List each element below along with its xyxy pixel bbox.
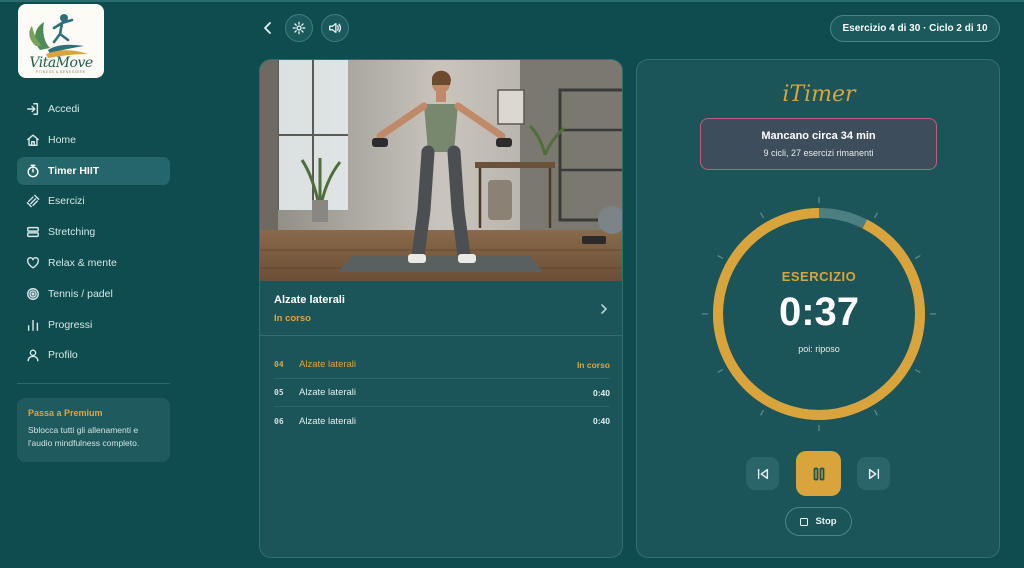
logo-text: VitaMove xyxy=(29,55,93,71)
sidebar-item-relax[interactable]: Relax & mente xyxy=(17,249,170,277)
sidebar-item-label: Progressi xyxy=(48,318,93,331)
timer-next-phase: poi: riposo xyxy=(798,344,840,354)
stop-label: Stop xyxy=(815,516,837,527)
premium-title: Passa a Premium xyxy=(28,408,103,418)
gear-icon xyxy=(292,21,306,35)
ring-tick xyxy=(759,409,765,416)
timer-clock: 0:37 xyxy=(778,290,860,334)
timer-phase: ESERCIZIO xyxy=(781,269,857,284)
sidebar-item-label: Tennis / padel xyxy=(48,287,113,300)
queue-row-time: 0:40 xyxy=(592,416,610,426)
sidebar-item-label: Home xyxy=(48,133,77,146)
exercise-header[interactable]: Alzate laterali In corso xyxy=(260,281,622,336)
heart-icon xyxy=(25,255,41,271)
next-button[interactable] xyxy=(857,457,890,490)
pause-button[interactable] xyxy=(796,451,841,496)
back-button[interactable] xyxy=(260,18,276,38)
queue-row[interactable]: 05 Alzate laterali 0:40 xyxy=(274,379,610,407)
remaining-title: Mancano circa 34 min xyxy=(761,130,876,142)
exercise-photo xyxy=(260,60,622,281)
stop-button[interactable]: Stop xyxy=(785,507,852,536)
login-icon xyxy=(25,101,41,117)
sidebar-item-home[interactable]: Home xyxy=(17,126,170,154)
ring-tick xyxy=(759,212,765,219)
sidebar-item-accedi[interactable]: Accedi xyxy=(17,95,170,123)
remaining-subtitle: 9 cicli, 27 esercizi rimanenti xyxy=(763,148,874,158)
queue-row-number: 06 xyxy=(274,416,284,426)
sidebar-item-esercizi[interactable]: Esercizi xyxy=(17,187,170,215)
queue-row-time: 0:40 xyxy=(592,387,610,398)
sidebar-item-profilo[interactable]: Profilo xyxy=(17,341,170,369)
app-logo[interactable]: VitaMove FITNESS & BENESSERE xyxy=(18,4,104,78)
chevron-right-icon[interactable] xyxy=(599,302,609,314)
skip-forward-icon xyxy=(868,468,879,479)
sidebar-item-label: Stretching xyxy=(48,226,96,239)
settings-button[interactable] xyxy=(285,14,313,42)
home-icon xyxy=(25,132,41,148)
sidebar-nav: Accedi Home Timer HIIT Esercizi Stretchi… xyxy=(17,95,170,372)
ring-tick xyxy=(873,409,879,416)
sidebar-item-tennis-padel[interactable]: Tennis / padel xyxy=(17,280,170,308)
queue-row-name: Alzate laterali xyxy=(299,415,357,427)
sound-button[interactable] xyxy=(321,14,349,42)
target-icon xyxy=(25,286,41,302)
exercise-queue: 04 Alzate laterali In corso 05 Alzate la… xyxy=(260,351,622,435)
sidebar-item-stretching[interactable]: Stretching xyxy=(17,218,170,246)
sidebar-item-timer-hiit[interactable]: Timer HIIT xyxy=(17,156,170,185)
stopwatch-icon xyxy=(25,163,41,179)
sidebar-item-label: Timer HIIT xyxy=(48,164,100,177)
ring-tick xyxy=(717,254,724,260)
timer-card: iTimer Mancano circa 34 min 9 cicli, 27 … xyxy=(636,59,1000,558)
sidebar-item-label: Relax & mente xyxy=(48,256,117,269)
remaining-time-box: Mancano circa 34 min 9 cicli, 27 eserciz… xyxy=(700,118,937,170)
queue-row-name: Alzate laterali xyxy=(299,387,357,398)
sidebar-divider xyxy=(17,383,170,384)
queue-row-number: 04 xyxy=(274,360,284,369)
ring-tick xyxy=(717,368,724,374)
exercise-name: Alzate laterali xyxy=(274,294,345,306)
ring-tick xyxy=(873,212,879,219)
sidebar-item-label: Accedi xyxy=(48,103,80,115)
ring-tick xyxy=(914,254,921,260)
queue-row-number: 05 xyxy=(274,388,284,397)
queue-row[interactable]: 04 Alzate laterali In corso xyxy=(274,351,610,379)
premium-text: Sblocca tutti gli allenamenti e l'audio … xyxy=(28,425,140,448)
previous-button[interactable] xyxy=(746,457,779,490)
pause-icon xyxy=(813,467,824,480)
premium-banner[interactable]: Passa a Premium Sblocca tutti gli allena… xyxy=(17,398,170,462)
speaker-icon xyxy=(329,22,342,34)
queue-row-name: Alzate laterali xyxy=(299,359,357,370)
sidebar-item-label: Esercizi xyxy=(48,195,85,208)
exercise-card: Alzate laterali In corso 04 Alzate later… xyxy=(259,59,623,558)
dumbbell-icon xyxy=(25,193,41,209)
timer-brand: iTimer xyxy=(782,82,856,107)
chevron-left-icon xyxy=(264,22,271,34)
sidebar-item-label: Profilo xyxy=(48,349,78,362)
stop-icon xyxy=(800,517,809,526)
ring-tick xyxy=(914,368,921,374)
logo-tagline: FITNESS & BENESSERE xyxy=(36,70,86,74)
sidebar: VitaMove FITNESS & BENESSERE Accedi Home… xyxy=(0,0,188,568)
queue-row[interactable]: 06 Alzate laterali 0:40 xyxy=(274,407,610,435)
workout-progress-pill: Esercizio 4 di 30 · Ciclo 2 di 10 xyxy=(830,15,1000,42)
sidebar-item-progressi[interactable]: Progressi xyxy=(17,311,170,339)
queue-row-time: In corso xyxy=(576,359,610,370)
skip-back-icon xyxy=(757,468,768,479)
stretching-icon xyxy=(25,224,41,240)
bar-chart-icon xyxy=(25,317,41,333)
user-icon xyxy=(25,347,41,363)
exercise-status: In corso xyxy=(274,313,311,324)
